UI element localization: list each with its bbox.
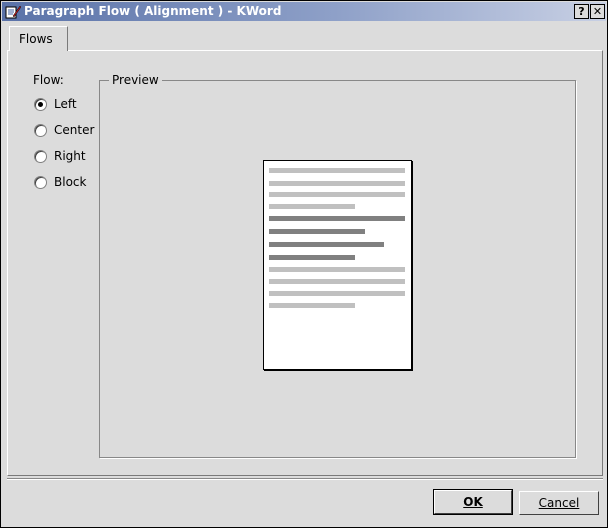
preview-line-paragraph (269, 242, 384, 247)
preview-page (263, 160, 412, 370)
cancel-button[interactable]: Cancel (519, 491, 599, 515)
preview-line-paragraph (269, 216, 405, 221)
preview-line-context (269, 181, 405, 186)
preview-line-paragraph (269, 229, 365, 234)
cancel-button-label: Cancel (538, 496, 580, 510)
tab-flows[interactable]: Flows (9, 26, 68, 51)
kword-app-icon (5, 5, 21, 19)
button-separator (7, 478, 603, 480)
ok-button-label: OK (463, 495, 483, 509)
preview-line-context (269, 204, 355, 209)
preview-label: Preview (109, 73, 162, 87)
dialog-window: Paragraph Flow ( Alignment ) - KWord ? ✕… (0, 0, 608, 528)
radio-center[interactable] (34, 124, 47, 137)
preview-line-context (269, 303, 355, 308)
help-button[interactable]: ? (574, 4, 589, 19)
preview-line-context (269, 168, 405, 173)
close-button[interactable]: ✕ (590, 4, 605, 19)
radio-right[interactable] (34, 150, 47, 163)
tab-flows-label: Flows (19, 32, 53, 46)
radio-center-label[interactable]: Center (54, 123, 94, 137)
preview-line-context (269, 267, 405, 272)
radio-left[interactable] (34, 98, 47, 111)
radio-left-label[interactable]: Left (54, 97, 77, 111)
preview-line-context (269, 279, 405, 284)
title-bar[interactable]: Paragraph Flow ( Alignment ) - KWord ? ✕ (2, 2, 606, 21)
preview-line-context (269, 291, 405, 296)
radio-block-label[interactable]: Block (54, 175, 86, 189)
preview-line-context (269, 192, 405, 197)
window-title: Paragraph Flow ( Alignment ) - KWord (24, 4, 282, 18)
radio-block[interactable] (34, 176, 47, 189)
ok-button[interactable]: OK (433, 489, 513, 515)
preview-line-paragraph (269, 255, 355, 260)
radio-right-label[interactable]: Right (54, 149, 86, 163)
flow-label: Flow: (33, 73, 64, 87)
